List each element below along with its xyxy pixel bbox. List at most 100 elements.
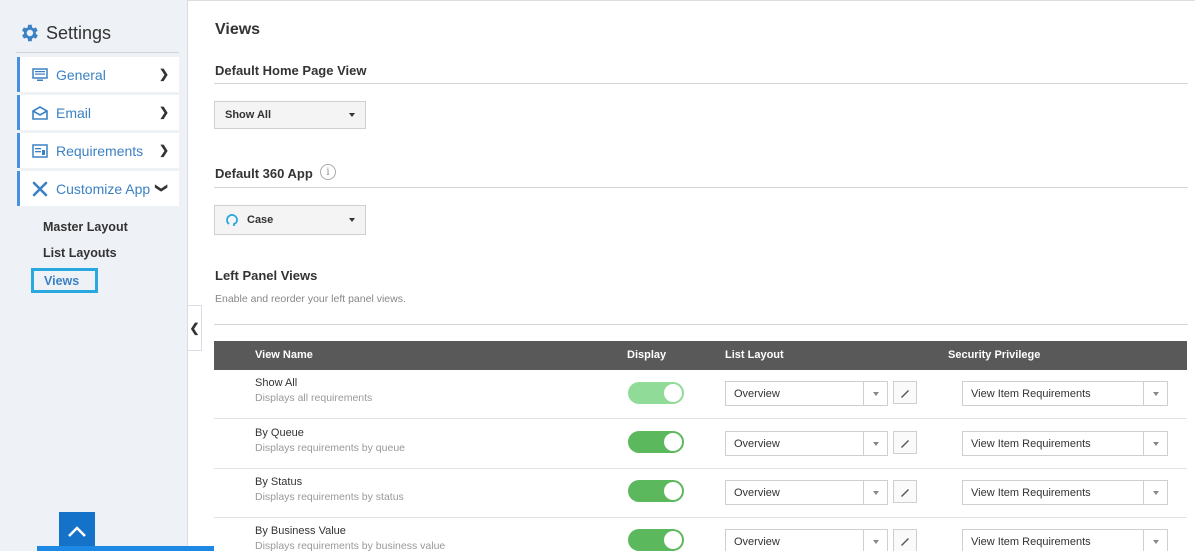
list-layout-value: Overview	[734, 437, 780, 450]
view-description: Displays requirements by business value	[255, 540, 446, 551]
sidebar-item-label: General	[56, 66, 106, 83]
sidebar-item-label: Email	[56, 104, 92, 121]
list-layout-value: Overview	[734, 486, 780, 499]
edit-layout-button[interactable]	[893, 381, 917, 404]
view-description: Displays requirements by status	[255, 491, 404, 503]
col-list-layout: List Layout	[725, 349, 784, 361]
list-layout-select[interactable]: Overview	[725, 480, 888, 505]
display-toggle[interactable]	[628, 382, 684, 404]
view-description: Displays requirements by queue	[255, 442, 405, 454]
caret-down-icon	[863, 382, 887, 405]
view-name: By Queue	[255, 427, 304, 439]
list-layout-value: Overview	[734, 535, 780, 548]
sidebar-item-general[interactable]: General ❯	[17, 57, 179, 92]
sidebar-item-label: Customize App	[56, 180, 151, 197]
security-privilege-value: View Item Requirements	[971, 387, 1091, 400]
view-description: Displays all requirements	[255, 392, 373, 404]
toggle-knob	[664, 433, 682, 451]
security-privilege-select[interactable]: View Item Requirements	[962, 381, 1168, 406]
home-view-value: Show All	[225, 109, 272, 121]
table-row: Show All Displays all requirements Overv…	[214, 370, 1187, 419]
security-privilege-select[interactable]: View Item Requirements	[962, 529, 1168, 551]
list-icon	[32, 143, 48, 158]
security-privilege-value: View Item Requirements	[971, 486, 1091, 499]
chevron-right-icon: ❯	[158, 67, 169, 81]
views-table-header: View Name Display List Layout Security P…	[214, 341, 1187, 370]
chevron-up-icon	[68, 525, 86, 537]
pencil-icon	[901, 488, 909, 497]
home-view-heading: Default Home Page View	[215, 63, 367, 78]
caret-down-icon	[863, 481, 887, 504]
col-security-privilege: Security Privilege	[948, 349, 1041, 361]
page-title: Views	[215, 21, 261, 38]
security-privilege-value: View Item Requirements	[971, 437, 1091, 450]
pencil-icon	[901, 537, 909, 546]
sub-item-master-layout[interactable]: Master Layout	[43, 220, 128, 234]
app-heading: Default 360 App	[215, 166, 313, 181]
monitor-icon	[32, 67, 48, 81]
sidebar-item-label: Requirements	[56, 142, 144, 159]
view-name: By Business Value	[255, 525, 346, 537]
settings-title-text: Settings	[46, 22, 112, 43]
case-icon	[226, 214, 238, 226]
chevron-left-icon: ❮	[189, 321, 200, 335]
caret-down-icon	[1143, 382, 1167, 405]
home-view-dropdown[interactable]: Show All	[214, 101, 366, 129]
security-privilege-value: View Item Requirements	[971, 535, 1091, 548]
caret-down-icon	[1143, 530, 1167, 551]
display-toggle[interactable]	[628, 529, 684, 551]
section-divider	[214, 324, 1188, 325]
info-icon[interactable]: i	[320, 164, 336, 180]
list-layout-select[interactable]: Overview	[725, 381, 888, 406]
gear-icon	[22, 24, 38, 42]
edit-layout-button[interactable]	[893, 431, 917, 454]
pencil-icon	[901, 389, 909, 398]
caret-down-icon	[863, 432, 887, 455]
display-toggle[interactable]	[628, 480, 684, 502]
app-value: Case	[247, 214, 274, 226]
chevron-right-icon: ❯	[158, 143, 169, 157]
table-row: By Business Value Displays requirements …	[214, 518, 1187, 551]
edit-layout-button[interactable]	[893, 480, 917, 503]
chevron-right-icon: ❯	[158, 105, 169, 119]
left-panel-description: Enable and reorder your left panel views…	[215, 293, 406, 305]
sidebar-item-email[interactable]: Email ❯	[17, 95, 179, 130]
left-panel-heading: Left Panel Views	[215, 268, 318, 283]
sidebar-divider	[16, 52, 179, 53]
toggle-knob	[664, 482, 682, 500]
toggle-knob	[664, 384, 682, 402]
view-name: By Status	[255, 476, 303, 488]
caret-down-icon	[863, 530, 887, 551]
security-privilege-select[interactable]: View Item Requirements	[962, 480, 1168, 505]
section-divider	[214, 187, 1188, 188]
caret-down-icon	[349, 113, 355, 117]
edit-layout-button[interactable]	[893, 529, 917, 551]
col-display: Display	[627, 349, 667, 361]
col-view-name: View Name	[255, 349, 313, 361]
caret-down-icon	[1143, 432, 1167, 455]
toggle-knob	[664, 531, 682, 549]
settings-sidebar: Settings General ❯ Email ❯ Requirements …	[0, 0, 359, 551]
chevron-down-icon: ❯	[154, 182, 169, 194]
envelope-icon	[32, 105, 48, 120]
list-layout-select[interactable]: Overview	[725, 431, 888, 456]
pencil-icon	[901, 439, 909, 448]
sidebar-item-customize-app[interactable]: Customize App ❯	[17, 171, 179, 206]
caret-down-icon	[1143, 481, 1167, 504]
sidebar-item-requirements[interactable]: Requirements ❯	[17, 133, 179, 168]
table-row: By Status Displays requirements by statu…	[214, 469, 1187, 518]
tools-icon	[32, 181, 48, 196]
section-divider	[214, 83, 1188, 84]
display-toggle[interactable]	[628, 431, 684, 453]
sub-item-views[interactable]: Views	[31, 268, 98, 293]
settings-title: Settings	[18, 22, 111, 44]
caret-down-icon	[349, 218, 355, 222]
view-name: Show All	[255, 377, 298, 389]
list-layout-select[interactable]: Overview	[725, 529, 888, 551]
app-dropdown[interactable]: Case	[214, 205, 366, 235]
security-privilege-select[interactable]: View Item Requirements	[962, 431, 1168, 456]
list-layout-value: Overview	[734, 387, 780, 400]
collapse-sidebar-button[interactable]: ❮	[188, 305, 202, 351]
table-row: By Queue Displays requirements by queue …	[214, 420, 1187, 469]
sub-item-list-layouts[interactable]: List Layouts	[43, 246, 117, 260]
